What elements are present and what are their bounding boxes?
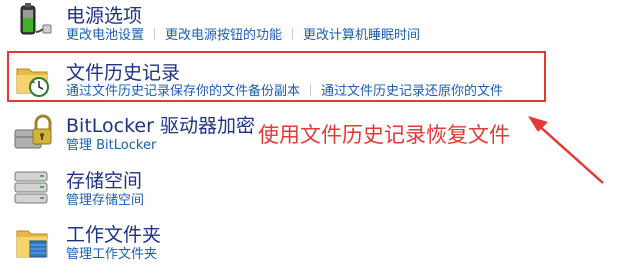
annotation-arrow: [528, 116, 604, 184]
